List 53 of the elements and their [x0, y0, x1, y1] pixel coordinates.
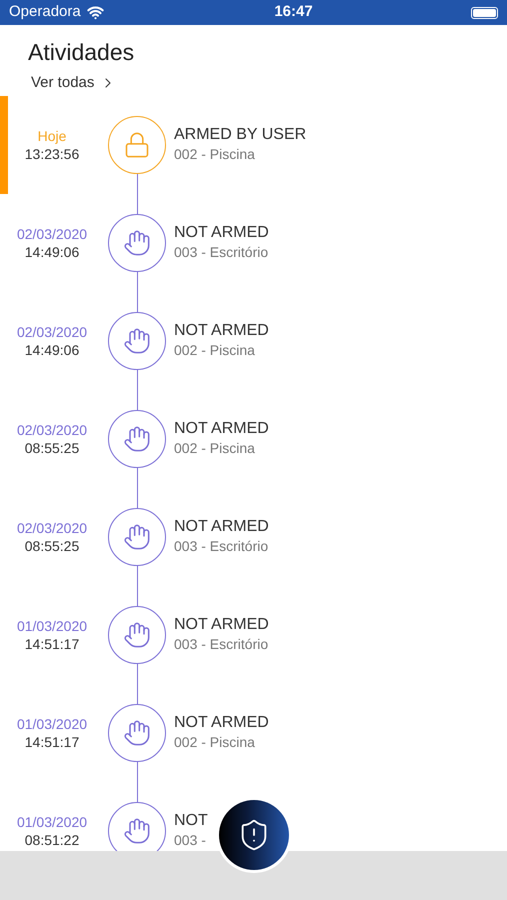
event-date: 01/03/2020 [16, 617, 88, 635]
carrier-name: Operadora [9, 2, 81, 22]
event-time: 14:51:17 [24, 635, 80, 653]
hand-icon [123, 719, 151, 747]
hand-icon [123, 229, 151, 257]
event-date: 02/03/2020 [16, 421, 88, 439]
wifi-icon [86, 4, 104, 21]
event-time: 14:49:06 [24, 341, 80, 359]
zone-name: 003 - Escritório [174, 635, 269, 653]
zone-name: 003 - Escritório [174, 243, 269, 261]
event-date: 01/03/2020 [16, 715, 88, 733]
event-date: Hoje [38, 127, 66, 145]
event-time: 13:23:56 [24, 145, 80, 163]
zone-name: 002 - Piscina [174, 145, 256, 163]
hand-icon [123, 621, 151, 649]
battery-icon [471, 6, 498, 18]
event-title: NOT ARMED [174, 419, 269, 439]
hand-icon [123, 425, 151, 453]
event-date: 02/03/2020 [16, 323, 88, 341]
hand-icon [123, 327, 151, 355]
clock-time: 16:47 [273, 2, 314, 22]
zone-name: 002 - Piscina [174, 341, 256, 359]
event-time: 08:55:25 [24, 537, 80, 555]
event-title: ARMED BY USER [174, 125, 306, 145]
activity-row[interactable]: 02/03/2020 14:49:06 NOT ARMED 003 - Escritório [0, 194, 507, 292]
event-title: NOT [174, 811, 208, 831]
activity-row[interactable]: 01/03/2020 14:51:17 NOT ARMED 003 - Escritório [0, 586, 507, 684]
event-date: 02/03/2020 [16, 519, 88, 537]
event-title: NOT ARMED [174, 321, 269, 341]
event-title: NOT ARMED [174, 517, 269, 537]
event-time: 14:51:17 [24, 733, 80, 751]
activity-row[interactable]: 01/03/2020 14:51:17 NOT ARMED 002 - Piscina [0, 684, 507, 782]
zone-name: 003 - Escritório [174, 537, 269, 555]
event-date: 02/03/2020 [16, 225, 88, 243]
zone-name: 002 - Piscina [174, 439, 256, 457]
event-time: 08:55:25 [24, 439, 80, 457]
activity-row[interactable]: Hoje 13:23:56 ARMED BY USER 002 - Piscina [0, 96, 507, 194]
page-title: Atividades [28, 39, 136, 65]
activity-row[interactable]: 02/03/2020 08:55:25 NOT ARMED 003 - Escritório [0, 488, 507, 586]
zone-name: 002 - Piscina [174, 733, 256, 751]
event-time: 08:51:22 [24, 831, 80, 849]
activity-row[interactable]: 02/03/2020 08:55:25 NOT ARMED 002 - Piscina [0, 390, 507, 488]
hand-icon [123, 523, 151, 551]
zone-name: 003 - [174, 831, 207, 849]
event-title: NOT ARMED [174, 713, 269, 733]
event-title: NOT ARMED [174, 615, 269, 635]
see-all-link[interactable]: Ver todas [31, 72, 116, 94]
padlock-icon [123, 131, 151, 159]
event-title: NOT ARMED [174, 223, 269, 243]
activity-row[interactable]: 02/03/2020 14:49:06 NOT ARMED 002 - Piscina [0, 292, 507, 390]
event-time: 14:49:06 [24, 243, 80, 261]
event-date: 01/03/2020 [16, 813, 88, 831]
hand-icon [123, 817, 151, 845]
